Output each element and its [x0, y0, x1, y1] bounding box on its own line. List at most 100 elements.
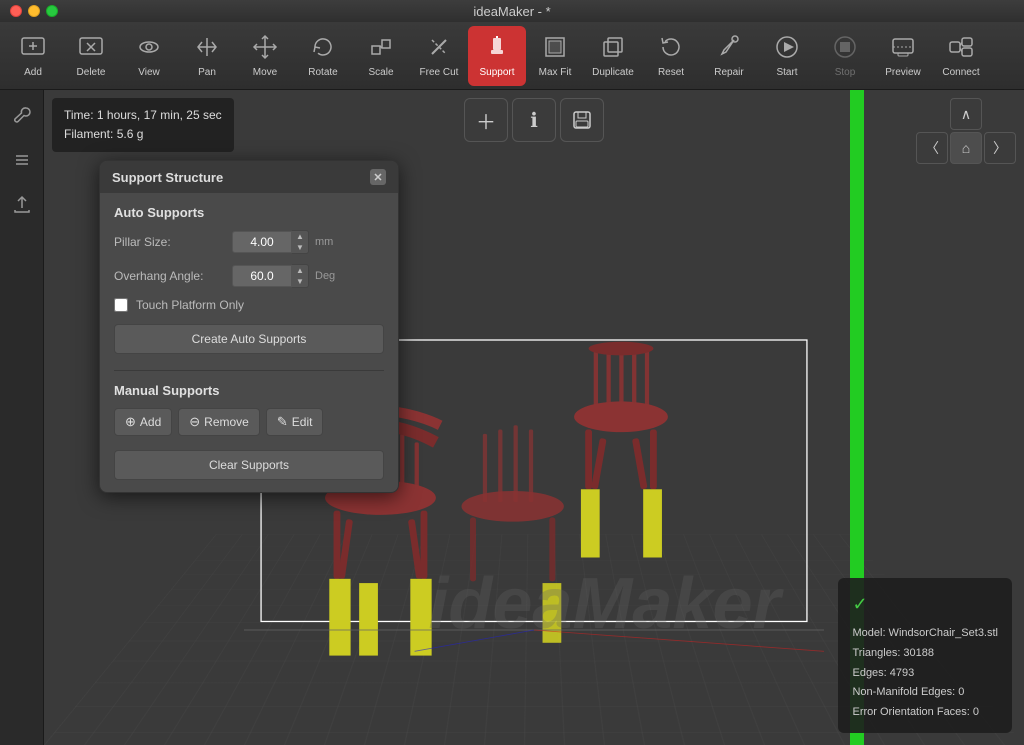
touch-platform-checkbox[interactable] — [114, 298, 128, 312]
viewport[interactable]: ideaMaker Time: 1 hours, 17 min, 25 sec … — [44, 90, 1024, 745]
delete-icon — [78, 34, 104, 64]
tool-move[interactable]: Move — [236, 26, 294, 86]
tool-reset[interactable]: Reset — [642, 26, 700, 86]
model-info-panel: ✓ Model: WindsorChair_Set3.stl Triangles… — [838, 578, 1012, 733]
dialog-title: Support Structure — [112, 170, 223, 185]
reset-icon — [658, 34, 684, 64]
nav-home-button[interactable]: ⌂ — [950, 132, 982, 164]
sidebar-icon-wrench[interactable] — [6, 100, 38, 132]
maxfit-label: Max Fit — [539, 67, 572, 78]
dialog-close-button[interactable]: ✕ — [370, 169, 386, 185]
tool-pan[interactable]: Pan — [178, 26, 236, 86]
pan-icon — [194, 34, 220, 64]
support-dialog: Support Structure ✕ Auto Supports Pillar… — [99, 160, 399, 493]
remove-support-label: Remove — [204, 415, 249, 429]
overhang-angle-unit: Deg — [315, 270, 335, 282]
tool-duplicate[interactable]: Duplicate — [584, 26, 642, 86]
add-support-icon: ⊕ — [125, 414, 136, 430]
pillar-size-spinner: ▲ ▼ — [292, 230, 309, 254]
filament-value: 5.6 g — [117, 127, 144, 141]
nav-right-button[interactable]: 〉 — [984, 132, 1016, 164]
model-non-manifold: Non-Manifold Edges: 0 — [852, 683, 998, 703]
window-title: ideaMaker - * — [473, 4, 550, 19]
pillar-size-up[interactable]: ▲ — [292, 231, 308, 242]
overhang-angle-spinner: ▲ ▼ — [292, 264, 309, 288]
filament-label: Filament: — [64, 127, 113, 141]
pillar-size-row: Pillar Size: ▲ ▼ mm — [114, 230, 384, 254]
move-icon — [252, 34, 278, 64]
remove-support-button[interactable]: ⊖ Remove — [178, 408, 260, 436]
dialog-title-bar: Support Structure ✕ — [100, 161, 398, 193]
add-support-label: Add — [140, 415, 161, 429]
repair-label: Repair — [714, 67, 743, 78]
rotate-label: Rotate — [308, 67, 337, 78]
preview-label: Preview — [885, 67, 921, 78]
title-bar: ideaMaker - * — [0, 0, 1024, 22]
overhang-angle-input-wrap: ▲ ▼ Deg — [232, 264, 384, 288]
nav-up-button[interactable]: ∧ — [950, 98, 982, 130]
tool-add[interactable]: Add — [4, 26, 62, 86]
create-auto-supports-button[interactable]: Create Auto Supports — [114, 324, 384, 354]
duplicate-icon — [600, 34, 626, 64]
time-label: Time: — [64, 108, 94, 122]
touch-platform-label: Touch Platform Only — [136, 298, 244, 312]
vp-info-button[interactable]: ℹ — [512, 98, 556, 142]
sidebar-icon-upload[interactable] — [6, 188, 38, 220]
start-icon — [774, 34, 800, 64]
edit-support-label: Edit — [292, 415, 313, 429]
vp-add-icon: ＋ — [476, 106, 496, 135]
view-icon — [136, 34, 162, 64]
stop-icon — [832, 34, 858, 64]
tool-connect[interactable]: Connect — [932, 26, 990, 86]
tool-support[interactable]: Support — [468, 26, 526, 86]
tool-rotate[interactable]: Rotate — [294, 26, 352, 86]
left-sidebar — [0, 90, 44, 745]
nav-left-button[interactable]: 〈 — [916, 132, 948, 164]
viewport-toolbar: ＋ ℹ — [464, 98, 604, 142]
freecut-label: Free Cut — [420, 67, 459, 78]
duplicate-label: Duplicate — [592, 67, 634, 78]
divider — [114, 370, 384, 371]
model-name: Model: WindsorChair_Set3.stl — [852, 624, 998, 644]
scale-icon — [368, 34, 394, 64]
tool-start[interactable]: Start — [758, 26, 816, 86]
add-support-button[interactable]: ⊕ Add — [114, 408, 172, 436]
preview-icon — [890, 34, 916, 64]
manual-supports-title: Manual Supports — [114, 383, 384, 398]
tool-delete[interactable]: Delete — [62, 26, 120, 86]
close-button[interactable] — [10, 5, 22, 17]
add-label: Add — [24, 67, 42, 78]
manual-support-buttons: ⊕ Add ⊖ Remove ✎ Edit — [114, 408, 384, 436]
overhang-angle-input[interactable] — [232, 265, 292, 287]
scale-label: Scale — [368, 67, 393, 78]
main-area: ideaMaker Time: 1 hours, 17 min, 25 sec … — [0, 90, 1024, 745]
maximize-button[interactable] — [46, 5, 58, 17]
info-panel: Time: 1 hours, 17 min, 25 sec Filament: … — [52, 98, 234, 152]
view-label: View — [138, 67, 160, 78]
pillar-size-down[interactable]: ▼ — [292, 242, 308, 253]
overhang-angle-up[interactable]: ▲ — [292, 265, 308, 276]
time-value: 1 hours, 17 min, 25 sec — [97, 108, 222, 122]
vp-add-button[interactable]: ＋ — [464, 98, 508, 142]
edit-support-icon: ✎ — [277, 414, 288, 430]
tool-freecut[interactable]: Free Cut — [410, 26, 468, 86]
tool-view[interactable]: View — [120, 26, 178, 86]
tool-scale[interactable]: Scale — [352, 26, 410, 86]
tool-preview[interactable]: Preview — [874, 26, 932, 86]
vp-save-button[interactable] — [560, 98, 604, 142]
tool-maxfit[interactable]: Max Fit — [526, 26, 584, 86]
tool-stop[interactable]: Stop — [816, 26, 874, 86]
pillar-size-input[interactable] — [232, 231, 292, 253]
overhang-angle-row: Overhang Angle: ▲ ▼ Deg — [114, 264, 384, 288]
sidebar-icon-list[interactable] — [6, 144, 38, 176]
overhang-angle-down[interactable]: ▼ — [292, 276, 308, 287]
edit-support-button[interactable]: ✎ Edit — [266, 408, 324, 436]
tool-repair[interactable]: Repair — [700, 26, 758, 86]
vp-info-icon: ℹ — [530, 108, 538, 133]
support-label: Support — [479, 67, 514, 78]
touch-platform-row: Touch Platform Only — [114, 298, 384, 312]
minimize-button[interactable] — [28, 5, 40, 17]
clear-supports-button[interactable]: Clear Supports — [114, 450, 384, 480]
delete-label: Delete — [77, 67, 106, 78]
remove-support-icon: ⊖ — [189, 414, 200, 430]
